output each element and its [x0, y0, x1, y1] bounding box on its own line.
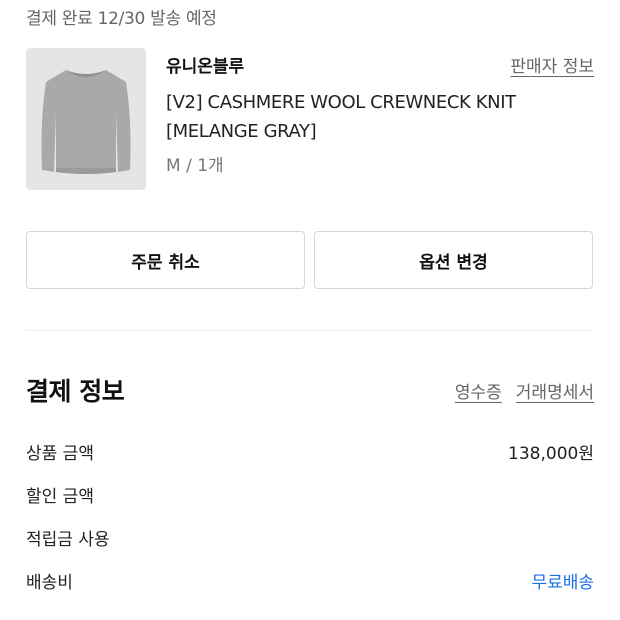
free-shipping-text: 무료배송 — [531, 573, 594, 593]
statement-link[interactable]: 거래명세서 — [516, 378, 594, 403]
order-status-text: 결제 완료 12/30 발송 예정 — [26, 9, 217, 29]
cancel-order-button[interactable]: 주문 취소 — [26, 231, 305, 289]
payment-row-discount: 할인 금액 — [26, 482, 594, 510]
product-option: M / 1개 — [166, 156, 224, 176]
change-option-button[interactable]: 옵션 변경 — [314, 231, 593, 289]
section-divider — [26, 330, 594, 331]
seller-info-link[interactable]: 판매자 정보 — [510, 52, 594, 77]
product-thumbnail[interactable] — [26, 48, 146, 190]
payment-row-label: 할인 금액 — [26, 487, 94, 507]
sweater-image — [41, 70, 131, 174]
payment-row-product-amount: 상품 금액 138,000원 — [26, 439, 594, 467]
order-product-card: 유니온블루 판매자 정보 [V2] CASHMERE WOOL CREWNECK… — [26, 48, 594, 190]
payment-row-label: 적립금 사용 — [26, 530, 110, 550]
payment-row-label: 상품 금액 — [26, 444, 94, 464]
product-name[interactable]: [V2] CASHMERE WOOL CREWNECK KNIT [MELANG… — [166, 88, 594, 146]
receipt-link[interactable]: 영수증 — [455, 378, 502, 403]
payment-info-title: 결제 정보 — [26, 377, 125, 406]
payment-doc-links: 영수증 거래명세서 — [455, 378, 594, 403]
payment-row-points: 적립금 사용 — [26, 525, 594, 553]
payment-row-shipping: 배송비 무료배송 — [26, 568, 594, 596]
payment-row-value: 138,000원 — [508, 444, 594, 464]
brand-name[interactable]: 유니온블루 — [166, 52, 244, 77]
payment-row-label: 배송비 — [26, 573, 73, 593]
